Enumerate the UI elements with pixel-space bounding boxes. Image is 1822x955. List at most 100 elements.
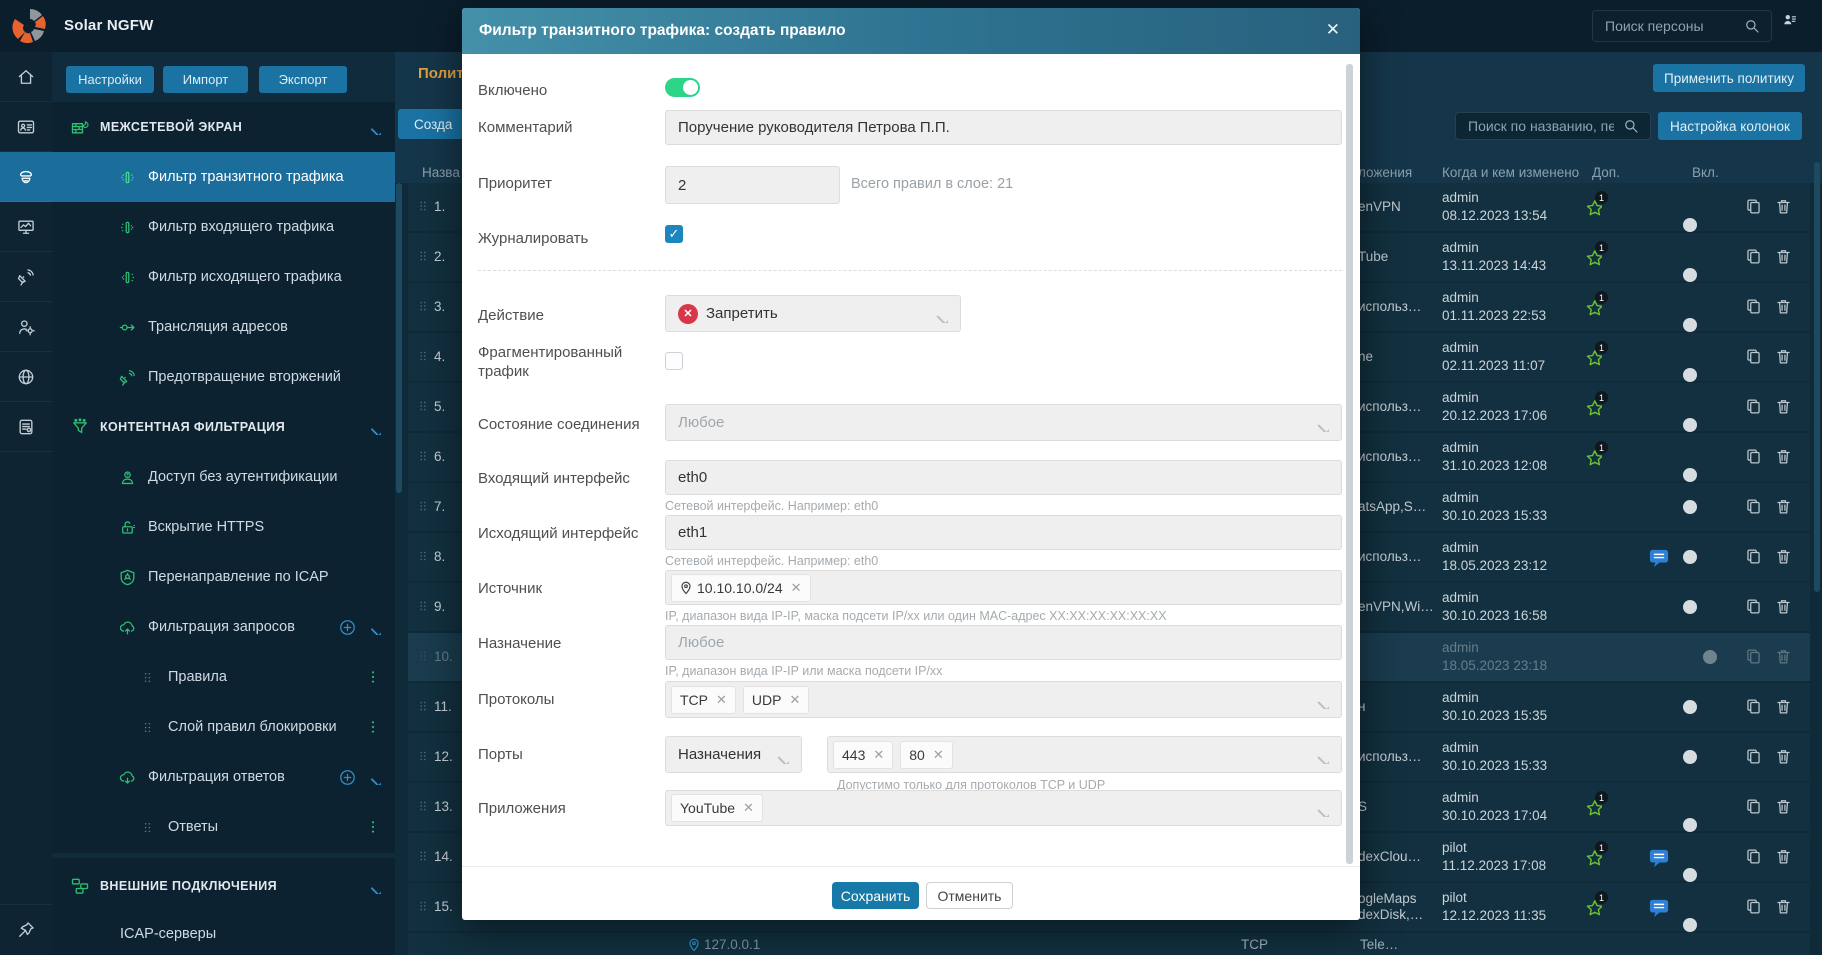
copy-icon[interactable]	[1744, 797, 1763, 816]
table-search-input[interactable]	[1466, 117, 1616, 135]
rail-item-home[interactable]	[0, 52, 52, 102]
copy-icon[interactable]	[1744, 897, 1763, 916]
delete-icon[interactable]	[1774, 897, 1793, 916]
rail-item-monitoring[interactable]	[0, 202, 52, 252]
sidebar-item-blocking-rules-layer[interactable]: Слой правил блокировки	[52, 702, 395, 752]
delete-icon[interactable]	[1774, 347, 1793, 366]
remove-chip-icon[interactable]: ✕	[873, 747, 884, 763]
remove-chip-icon[interactable]: ✕	[791, 580, 802, 596]
save-button[interactable]: Сохранить	[832, 882, 919, 909]
delete-icon[interactable]	[1774, 297, 1793, 316]
drag-handle-icon[interactable]	[416, 799, 430, 813]
close-icon[interactable]: ✕	[1326, 20, 1340, 40]
content-scrollbar-left[interactable]	[396, 183, 402, 493]
column-header-modified[interactable]: Когда и кем изменено	[1442, 165, 1579, 180]
drag-handle-icon[interactable]	[416, 499, 430, 513]
sidebar-item-https-inspection[interactable]: Вскрытие HTTPS	[52, 502, 395, 552]
column-header-name[interactable]: Назва	[422, 165, 460, 180]
drag-handle-icon[interactable]	[416, 549, 430, 563]
drag-handle-icon[interactable]	[140, 670, 155, 685]
sidebar-item-rules[interactable]: Правила	[52, 652, 395, 702]
sidebar-item-icap-redirect[interactable]: Перенаправление по ICAP	[52, 552, 395, 602]
rail-item-id-card[interactable]	[0, 102, 52, 152]
sidebar-item-no-auth-access[interactable]: Доступ без аутентификации	[52, 452, 395, 502]
copy-icon[interactable]	[1744, 447, 1763, 466]
ports-field[interactable]: 443✕80✕	[827, 736, 1342, 773]
sidebar-item-outgoing-traffic-filter[interactable]: Фильтр исходящего трафика	[52, 252, 395, 302]
copy-icon[interactable]	[1744, 597, 1763, 616]
chevron-down-icon[interactable]	[365, 419, 381, 435]
sidebar-item-incoming-traffic-filter[interactable]: Фильтр входящего трафика	[52, 202, 395, 252]
add-icon[interactable]	[338, 618, 357, 637]
copy-icon[interactable]	[1744, 197, 1763, 216]
copy-icon[interactable]	[1744, 697, 1763, 716]
comment-icon[interactable]	[1648, 848, 1670, 868]
out-interface-input[interactable]: eth1	[665, 515, 1342, 550]
source-field[interactable]: 10.10.10.0/24✕	[665, 570, 1342, 605]
destination-field[interactable]: Любое	[665, 625, 1342, 660]
copy-icon[interactable]	[1744, 647, 1763, 666]
kebab-menu-icon[interactable]	[365, 719, 381, 735]
chevron-down-icon[interactable]	[365, 119, 381, 135]
sidebar-item-responses[interactable]: Ответы	[52, 802, 395, 852]
protocol-chip[interactable]: UDP✕	[743, 686, 809, 714]
drag-handle-icon[interactable]	[416, 199, 430, 213]
rail-item-web[interactable]	[0, 352, 52, 402]
chevron-down-icon[interactable]	[365, 619, 381, 635]
remove-chip-icon[interactable]: ✕	[789, 692, 800, 708]
port-chip[interactable]: 443✕	[833, 741, 893, 769]
delete-icon[interactable]	[1774, 247, 1793, 266]
sidebar-item-transit-traffic-filter[interactable]: Фильтр транзитного трафика	[52, 152, 395, 202]
comment-icon[interactable]	[1648, 898, 1670, 918]
cancel-button[interactable]: Отменить	[926, 882, 1013, 909]
settings-button[interactable]: Настройки	[66, 66, 154, 93]
modal-scrollbar[interactable]	[1346, 64, 1353, 864]
in-interface-input[interactable]: eth0	[665, 460, 1342, 495]
source-chip[interactable]: 10.10.10.0/24✕	[671, 574, 811, 602]
column-header-enabled[interactable]: Вкл.	[1692, 165, 1719, 180]
user-menu-icon[interactable]	[1782, 12, 1800, 30]
columns-settings-button[interactable]: Настройка колонок	[1658, 112, 1802, 140]
copy-icon[interactable]	[1744, 347, 1763, 366]
search-icon[interactable]	[1622, 117, 1640, 135]
apply-policy-button[interactable]: Применить политику	[1653, 64, 1805, 92]
delete-icon[interactable]	[1774, 847, 1793, 866]
sidebar-item-address-translation[interactable]: Трансляция адресов	[52, 302, 395, 352]
import-button[interactable]: Импорт	[163, 66, 248, 93]
copy-icon[interactable]	[1744, 297, 1763, 316]
sidebar-item-request-filtering[interactable]: Фильтрация запросов	[52, 602, 395, 652]
delete-icon[interactable]	[1774, 547, 1793, 566]
remove-chip-icon[interactable]: ✕	[933, 747, 944, 763]
applications-field[interactable]: YouTube✕	[665, 790, 1342, 826]
comment-input[interactable]: Поручение руководителя Петрова П.П.	[665, 110, 1342, 145]
copy-icon[interactable]	[1744, 497, 1763, 516]
copy-icon[interactable]	[1744, 847, 1763, 866]
sidebar-item-icap-servers[interactable]: ICAP-серверы	[52, 909, 395, 955]
remove-chip-icon[interactable]: ✕	[743, 800, 754, 816]
copy-icon[interactable]	[1744, 247, 1763, 266]
application-chip[interactable]: YouTube✕	[671, 794, 763, 822]
delete-icon[interactable]	[1774, 197, 1793, 216]
enabled-toggle[interactable]	[665, 78, 700, 97]
delete-icon[interactable]	[1774, 797, 1793, 816]
rail-item-security-policy[interactable]	[0, 152, 52, 202]
chevron-down-icon[interactable]	[365, 878, 381, 894]
person-search[interactable]	[1592, 10, 1772, 42]
rail-item-user-settings[interactable]	[0, 302, 52, 352]
delete-icon[interactable]	[1774, 747, 1793, 766]
drag-handle-icon[interactable]	[416, 849, 430, 863]
drag-handle-icon[interactable]	[416, 649, 430, 663]
sidebar-item-response-filtering[interactable]: Фильтрация ответов	[52, 752, 395, 802]
table-row-partial[interactable]: 127.0.0.1TCPTele…	[408, 933, 1810, 955]
remove-chip-icon[interactable]: ✕	[716, 692, 727, 708]
column-header-extra[interactable]: Доп.	[1592, 165, 1620, 180]
sidebar-item-firewall-section[interactable]: МЕЖСЕТЕВОЙ ЭКРАН	[52, 102, 395, 152]
ports-mode-select[interactable]: Назначения	[665, 736, 802, 773]
logging-checkbox[interactable]: ✓	[665, 225, 683, 243]
state-select[interactable]: Любое	[665, 404, 1342, 441]
delete-icon[interactable]	[1774, 447, 1793, 466]
priority-input[interactable]: 2	[665, 166, 840, 204]
drag-handle-icon[interactable]	[416, 449, 430, 463]
column-header-applications[interactable]: ложения	[1358, 165, 1412, 180]
content-scrollbar-right[interactable]	[1814, 162, 1820, 592]
